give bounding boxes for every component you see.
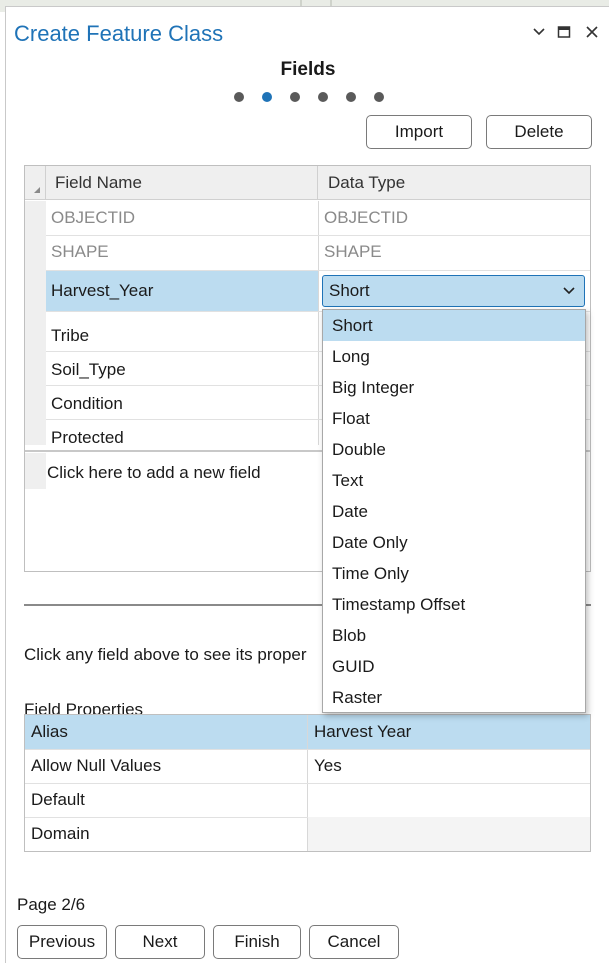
maximize-icon[interactable] [553, 21, 575, 43]
data-type-dropdown-list: Short Long Big Integer Float Double Text… [322, 309, 586, 713]
dropdown-option-double[interactable]: Double [323, 434, 585, 465]
dropdown-option-float[interactable]: Float [323, 403, 585, 434]
allow-null-value[interactable]: Yes [308, 749, 590, 783]
default-value[interactable] [308, 783, 590, 817]
property-name: Alias [31, 722, 68, 741]
pane-title: Create Feature Class [14, 21, 224, 46]
previous-button[interactable]: Previous [17, 925, 107, 959]
page-indicator: Page 2/6 [17, 895, 86, 914]
grid-header: Field Name Data Type [25, 166, 590, 200]
step-dot-1[interactable] [234, 92, 244, 102]
alias-value[interactable]: Harvest Year [308, 715, 590, 749]
dropdown-option-long[interactable]: Long [323, 341, 585, 372]
row-selector-new [25, 453, 46, 489]
combobox-value: Short [329, 281, 370, 300]
step-indicator [234, 92, 384, 102]
step-dot-2-current[interactable] [262, 92, 272, 102]
delete-button[interactable]: Delete [486, 115, 592, 149]
step-title: Fields [280, 59, 336, 80]
domain-value[interactable] [308, 817, 590, 851]
add-new-field-row[interactable]: Click here to add a new field [46, 456, 346, 490]
field-name-cell[interactable]: Tribe [46, 319, 318, 353]
dropdown-option-time-only[interactable]: Time Only [323, 558, 585, 589]
field-name-cell[interactable]: Soil_Type [46, 353, 318, 387]
field-name-cell-selected[interactable]: Harvest_Year [46, 274, 318, 308]
step-dot-4[interactable] [318, 92, 328, 102]
step-dot-5[interactable] [346, 92, 356, 102]
property-name: Allow Null Values [31, 756, 162, 775]
dropdown-option-guid[interactable]: GUID [323, 651, 585, 682]
field-name-cell[interactable]: SHAPE [46, 235, 318, 269]
row-selector-column [25, 201, 46, 445]
data-type-cell[interactable]: SHAPE [319, 235, 590, 269]
chevron-down-icon[interactable] [528, 21, 550, 43]
field-hint-text: Click any field above to see its proper [24, 645, 307, 664]
property-name: Default [31, 790, 85, 809]
chevron-down-icon[interactable] [562, 283, 576, 303]
close-icon[interactable] [581, 21, 603, 43]
column-header-field-name[interactable]: Field Name [46, 166, 318, 200]
field-name-cell[interactable]: OBJECTID [46, 201, 318, 235]
data-type-combobox[interactable]: Short [322, 275, 585, 307]
dropdown-option-date-only[interactable]: Date Only [323, 527, 585, 558]
import-button[interactable]: Import [366, 115, 472, 149]
dropdown-option-big-integer[interactable]: Big Integer [323, 372, 585, 403]
data-type-cell[interactable]: OBJECTID [319, 201, 590, 235]
select-all-corner[interactable] [25, 166, 46, 200]
dropdown-option-short[interactable]: Short [323, 310, 585, 341]
step-dot-3[interactable] [290, 92, 300, 102]
dropdown-option-timestamp-offset[interactable]: Timestamp Offset [323, 589, 585, 620]
dropdown-option-blob[interactable]: Blob [323, 620, 585, 651]
dropdown-option-raster[interactable]: Raster [323, 682, 585, 713]
cancel-button[interactable]: Cancel [309, 925, 399, 959]
dropdown-option-text[interactable]: Text [323, 465, 585, 496]
property-name: Domain [31, 824, 90, 843]
dropdown-option-date[interactable]: Date [323, 496, 585, 527]
field-name-cell[interactable]: Condition [46, 387, 318, 421]
step-dot-6[interactable] [374, 92, 384, 102]
field-properties-grid: Alias Harvest Year Allow Null Values Yes… [24, 714, 591, 852]
column-header-data-type[interactable]: Data Type [319, 166, 590, 200]
next-button[interactable]: Next [115, 925, 205, 959]
finish-button[interactable]: Finish [213, 925, 301, 959]
